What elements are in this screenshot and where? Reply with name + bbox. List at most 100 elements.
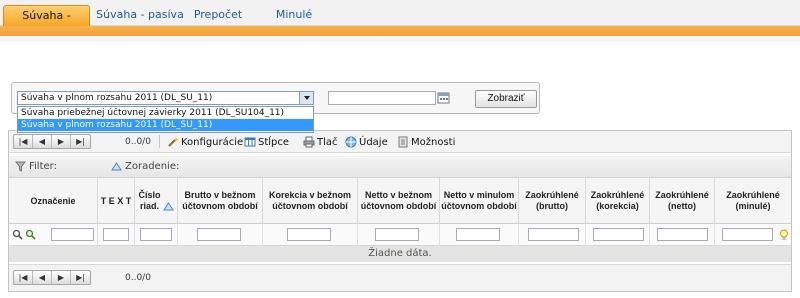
configurations-label: Konfigurácie <box>181 136 244 148</box>
filter-cell-zaokr-minule <box>715 224 791 246</box>
search-icon[interactable] <box>12 229 23 240</box>
filter-input-netto-minule[interactable] <box>456 228 500 241</box>
first-page-icon[interactable]: |◀ <box>14 271 33 284</box>
report-select-value: Súvaha v plnom rozsahu 2011 (DL_SU_11) <box>21 93 213 103</box>
filter-cell-cislo <box>135 224 178 246</box>
report-option[interactable]: Súvaha priebežnej účtovnej závierky 2011… <box>18 107 313 119</box>
col-brutto[interactable]: Brutto v bežnom účtovnom období <box>178 178 263 224</box>
filter-input-text[interactable] <box>103 228 129 241</box>
col-netto-bezne[interactable]: Netto v bežnom účtovnom období <box>358 178 440 224</box>
col-text[interactable]: T E X T <box>98 178 135 224</box>
prev-page-icon[interactable]: ◀ <box>33 271 52 284</box>
last-page-icon[interactable]: ▶| <box>71 271 90 284</box>
filter-cell-netto-bezne <box>358 224 440 246</box>
pager: |◀ ◀ ▶ ▶| <box>13 134 91 149</box>
col-zaokr-minule-label: Zaokrúhlené (minulé) <box>726 190 780 211</box>
options-icon <box>398 136 408 148</box>
col-oznacenie[interactable]: Označenie <box>9 178 98 224</box>
sort-label[interactable]: Zoradenie: <box>111 161 179 172</box>
filter-cell-zaokr-korekcia <box>586 224 650 246</box>
first-page-icon[interactable]: |◀ <box>14 135 33 148</box>
calendar-icon[interactable] <box>437 91 451 105</box>
filter-label-text: Filter: <box>29 161 57 172</box>
date-input[interactable] <box>328 91 436 105</box>
filter-cell-brutto <box>178 224 263 246</box>
printer-icon <box>303 136 315 148</box>
filter-input-zaokr-brutto[interactable] <box>528 228 579 241</box>
report-select-dropdown: Súvaha priebežnej účtovnej závierky 2011… <box>17 106 314 133</box>
filter-input-netto-bezne[interactable] <box>375 228 419 241</box>
filter-label[interactable]: Filter: <box>15 161 57 172</box>
subheader-band <box>0 36 800 42</box>
filter-input-oznacenie[interactable] <box>51 228 94 241</box>
col-korekcia-label: Korekcia v bežnom účtovnom období <box>268 190 352 211</box>
footer-pager: |◀ ◀ ▶ ▶| <box>13 270 91 285</box>
grid-footer: |◀ ◀ ▶ ▶| 0..0/0 <box>9 264 791 291</box>
column-filter-row <box>9 224 791 246</box>
filter-sort-bar: Filter: Zoradenie: <box>9 156 791 178</box>
toolbar-separator <box>159 135 160 148</box>
next-page-icon[interactable]: ▶ <box>52 271 71 284</box>
show-button[interactable]: Zobraziť <box>475 90 537 108</box>
data-button[interactable]: Údaje <box>345 136 388 148</box>
filter-input-zaokr-netto[interactable] <box>657 228 708 241</box>
columns-icon <box>244 137 256 147</box>
col-korekcia[interactable]: Korekcia v bežnom účtovnom období <box>263 178 358 224</box>
filter-cell-text <box>98 224 135 246</box>
configurations-button[interactable]: Konfigurácie <box>167 136 243 148</box>
col-brutto-label: Brutto v bežnom účtovnom období <box>182 190 258 211</box>
filter-input-zaokr-korekcia[interactable] <box>593 228 644 241</box>
filter-input-zaokr-minule[interactable] <box>722 228 773 241</box>
options-label: Možnosti <box>411 136 456 148</box>
last-page-icon[interactable]: ▶| <box>71 135 90 148</box>
data-icon <box>345 136 357 148</box>
options-button[interactable]: Možnosti <box>397 136 455 148</box>
col-cislo-riad[interactable]: Číslo riad. <box>135 178 178 224</box>
grid-toolbar: |◀ ◀ ▶ ▶| 0..0/0 Konfigurácie Stĺpce Tla… <box>9 131 791 153</box>
col-zaokr-netto[interactable]: Zaokrúhlené (netto) <box>650 178 715 224</box>
sort-icon <box>111 162 122 171</box>
filter-cell-netto-minule <box>440 224 519 246</box>
page-info: 0..0/0 <box>125 137 151 147</box>
sort-asc-icon <box>162 201 174 210</box>
col-zaokr-brutto[interactable]: Zaokrúhlené (brutto) <box>519 178 586 224</box>
filter-input-cislo[interactable] <box>140 228 172 241</box>
tab-bar: Súvaha - aktíva Súvaha - pasíva Prepočet… <box>0 0 800 41</box>
prev-page-icon[interactable]: ◀ <box>33 135 52 148</box>
chevron-down-icon[interactable] <box>299 92 313 104</box>
print-label: Tlač <box>317 136 338 148</box>
sort-label-text: Zoradenie: <box>125 161 180 172</box>
col-zaokr-korekcia-label: Zaokrúhlené (korekcia) <box>590 190 645 211</box>
next-page-icon[interactable]: ▶ <box>52 135 71 148</box>
tab-accent-strip <box>0 26 800 36</box>
data-label: Údaje <box>359 136 388 148</box>
info-icon[interactable] <box>779 229 789 241</box>
clear-filter-icon[interactable] <box>25 229 36 240</box>
tab-suvaha-aktiva[interactable]: Súvaha - aktíva <box>3 5 90 41</box>
col-netto-minule-label: Netto v minulom účtovnom období <box>441 190 517 211</box>
col-netto-minule[interactable]: Netto v minulom účtovnom období <box>440 178 519 224</box>
col-oznacenie-label: Označenie <box>30 195 76 206</box>
funnel-icon <box>15 161 26 172</box>
print-button[interactable]: Tlač <box>303 136 338 148</box>
footer-page-info: 0..0/0 <box>125 273 151 283</box>
tab-minule-obdobie[interactable]: Minulé obdobie <box>252 5 336 40</box>
filter-cell-zaokr-netto <box>650 224 715 246</box>
columns-button[interactable]: Stĺpce <box>244 136 289 148</box>
col-zaokr-korekcia[interactable]: Zaokrúhlené (korekcia) <box>586 178 650 224</box>
col-zaokr-brutto-label: Zaokrúhlené (brutto) <box>525 190 579 211</box>
filter-cell-oznacenie <box>9 224 98 246</box>
grid-header: Označenie T E X T Číslo riad. Brutto v b… <box>9 178 791 224</box>
filter-cell-korekcia <box>263 224 358 246</box>
col-zaokr-minule[interactable]: Zaokrúhlené (minulé) <box>715 178 791 224</box>
col-netto-bezne-label: Netto v bežnom účtovnom období <box>360 190 437 211</box>
col-zaokr-netto-label: Zaokrúhlené (netto) <box>655 190 709 211</box>
report-select[interactable]: Súvaha v plnom rozsahu 2011 (DL_SU_11) <box>17 91 314 105</box>
filter-input-brutto[interactable] <box>197 228 241 241</box>
filter-input-korekcia[interactable] <box>287 228 331 241</box>
empty-message: Žiadne dáta. <box>9 246 791 262</box>
tab-suvaha-pasiva[interactable]: Súvaha - pasíva <box>96 5 184 26</box>
columns-label: Stĺpce <box>258 136 290 148</box>
tab-prepocet[interactable]: Prepočet <box>188 5 248 26</box>
report-option-selected[interactable]: Súvaha v plnom rozsahu 2011 (DL_SU_11) <box>18 119 313 131</box>
